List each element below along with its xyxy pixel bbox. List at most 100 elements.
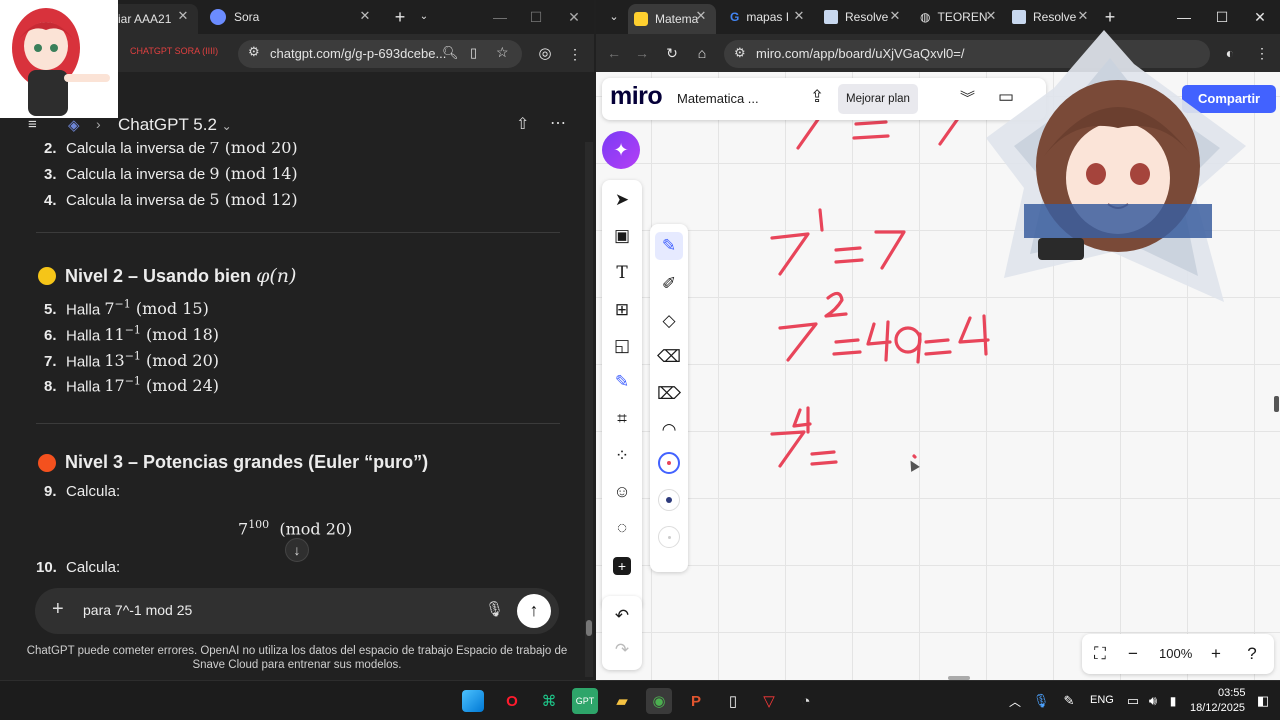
stroke-eraser-icon[interactable]: ⌦ <box>655 380 683 408</box>
plus-icon[interactable]: + <box>52 598 64 621</box>
help-icon[interactable]: ? <box>1238 640 1266 668</box>
chrome-icon[interactable]: ◉ <box>646 688 672 714</box>
tab-resolve-1[interactable]: Resolve ✕ <box>818 4 910 30</box>
frame-tool-icon[interactable]: ⌗ <box>608 405 636 433</box>
tab-mapas[interactable]: G mapas I ✕ <box>724 4 814 30</box>
powerpoint-icon[interactable]: P <box>683 688 709 714</box>
game-icon[interactable]: ▽ <box>756 688 782 714</box>
undo-icon[interactable]: ↶ <box>608 602 636 630</box>
apps-icon[interactable]: ⁘ <box>608 442 636 470</box>
pen-icon[interactable]: ✎ <box>655 232 683 260</box>
reload-icon[interactable]: ↻ <box>662 43 682 63</box>
address-bar[interactable]: ⚙ chatgpt.com/g/g-p-693dcebe... 🔍︎ ▯ ☆ <box>238 40 522 68</box>
chatgpt-app-icon[interactable]: GPT <box>572 688 598 714</box>
pen-tool-icon[interactable]: ✎ <box>608 368 636 396</box>
eraser-icon[interactable]: ⌫ <box>655 343 683 371</box>
tray-mic-icon[interactable]: 🎙︎ <box>1028 688 1054 714</box>
select-tool-icon[interactable]: ➤ <box>608 186 636 214</box>
maximize-icon[interactable]: ☐ <box>526 7 546 27</box>
tab-sora[interactable]: Sora ✕ <box>204 4 380 30</box>
close-icon[interactable]: ✕ <box>174 7 192 25</box>
microphone-icon[interactable]: 🎙︎ <box>485 600 504 618</box>
more-options-icon[interactable]: ⋯ <box>550 113 566 133</box>
miro-logo[interactable]: miro <box>610 82 663 111</box>
chat-input[interactable]: + para 7^-1 mod 25 🎙︎ ↑ <box>35 588 559 634</box>
menu-icon[interactable]: ⋮ <box>565 44 585 64</box>
opera-icon[interactable]: O <box>499 688 525 714</box>
board-name[interactable]: Matematica ... <box>677 91 759 106</box>
templates-icon[interactable]: ▣ <box>608 222 636 250</box>
ai-assistant-button[interactable]: ✦ <box>602 131 640 169</box>
document-icon[interactable]: ▯ <box>720 688 746 714</box>
profile-icon[interactable]: ◎ <box>535 44 555 64</box>
new-tab-icon[interactable]: + <box>390 7 410 27</box>
color-light-swatch[interactable] <box>658 526 680 548</box>
menu-icon[interactable]: ⋮ <box>1252 43 1272 63</box>
export-icon[interactable]: ⇪ <box>810 87 824 107</box>
minimize-icon[interactable]: — <box>1174 7 1194 27</box>
star-icon[interactable]: ☆ <box>496 44 509 61</box>
battery-icon[interactable]: ▮ <box>1160 688 1186 714</box>
clock-date[interactable]: 18/12/2025 <box>1190 702 1245 714</box>
vertical-scrollbar[interactable] <box>1274 396 1279 412</box>
shape-pen-icon[interactable]: ◇ <box>655 307 683 335</box>
back-icon[interactable]: ← <box>604 43 624 63</box>
maximize-icon[interactable]: ☐ <box>1212 7 1232 27</box>
sidebar-toggle-icon[interactable]: ≡ <box>28 116 37 133</box>
home-icon[interactable]: ⌂ <box>692 43 712 63</box>
site-info-icon[interactable]: ⚙ <box>734 45 746 61</box>
close-window-icon[interactable]: ✕ <box>564 7 584 27</box>
clock-app-icon[interactable]: ◔ <box>793 688 819 714</box>
forward-icon[interactable]: → <box>632 43 652 63</box>
zoom-out-icon[interactable]: − <box>1119 640 1147 668</box>
fit-screen-icon[interactable]: ⛶ <box>1086 640 1114 668</box>
windows-start-icon[interactable] <box>462 690 484 712</box>
site-info-icon[interactable]: ⚙ <box>248 44 260 60</box>
lasso-icon[interactable]: ◠ <box>655 416 683 444</box>
tab-resolve-2[interactable]: Resolve ✕ <box>1006 4 1098 30</box>
model-selector[interactable]: ChatGPT 5.2 ⌄ <box>118 115 232 135</box>
highlighter-icon[interactable]: ✐ <box>655 270 683 298</box>
tray-pen-icon[interactable]: ✎ <box>1056 688 1082 714</box>
tab-search-icon[interactable]: ⌄ <box>414 7 434 27</box>
text-tool-icon[interactable]: T <box>608 259 636 287</box>
tab-teorema[interactable]: ◍ TEOREN ✕ <box>914 4 1006 30</box>
new-tab-icon[interactable]: + <box>1100 7 1120 27</box>
add-more-icon[interactable]: + <box>613 557 631 575</box>
tray-chevron-icon[interactable]: ︿ <box>1002 688 1028 714</box>
minimize-icon[interactable]: — <box>490 7 510 27</box>
game-launcher-icon[interactable]: ⌘ <box>536 688 562 714</box>
file-explorer-icon[interactable]: ▰ <box>609 688 635 714</box>
scrollbar-thumb[interactable] <box>586 620 592 636</box>
sticky-note-icon[interactable]: ◱ <box>608 332 636 360</box>
emoji-icon[interactable]: ☺ <box>608 478 636 506</box>
reader-icon[interactable]: ▯ <box>470 45 477 61</box>
project-icon[interactable]: ◈ <box>68 116 80 134</box>
close-icon[interactable]: ✕ <box>692 7 710 25</box>
tab-chatgpt[interactable]: iar AAA21 ✕ <box>108 4 198 34</box>
expand-icon[interactable]: ︾ <box>960 87 975 108</box>
send-button[interactable]: ↑ <box>517 594 551 628</box>
bookmark-label[interactable]: CHATGPT SORA (IIII) <box>130 46 218 56</box>
tab-miro[interactable]: Matema ✕ <box>628 4 716 34</box>
close-window-icon[interactable]: ✕ <box>1250 7 1270 27</box>
color-dark-swatch[interactable] <box>658 489 680 511</box>
zoom-icon[interactable]: 🔍︎ <box>442 45 459 61</box>
notification-icon[interactable]: ◧ <box>1250 688 1276 714</box>
scrollbar[interactable] <box>585 142 593 677</box>
language-indicator[interactable]: ENG <box>1090 694 1114 706</box>
close-icon[interactable]: ✕ <box>1074 7 1092 25</box>
comment-icon[interactable]: ◌ <box>608 514 636 542</box>
table-tool-icon[interactable]: ⊞ <box>608 296 636 324</box>
zoom-in-icon[interactable]: + <box>1202 640 1230 668</box>
tab-list-icon[interactable]: ⌄ <box>604 7 624 27</box>
close-icon[interactable]: ✕ <box>886 7 904 25</box>
clock-time[interactable]: 03:55 <box>1218 687 1246 699</box>
upgrade-button[interactable]: Mejorar plan <box>838 84 918 114</box>
color-red-swatch[interactable] <box>658 452 680 474</box>
share-icon[interactable]: ⇧ <box>516 114 529 134</box>
redo-icon[interactable]: ↷ <box>608 636 636 664</box>
close-icon[interactable]: ✕ <box>982 7 1000 25</box>
close-icon[interactable]: ✕ <box>356 7 374 25</box>
scroll-down-button[interactable]: ↓ <box>285 538 309 562</box>
